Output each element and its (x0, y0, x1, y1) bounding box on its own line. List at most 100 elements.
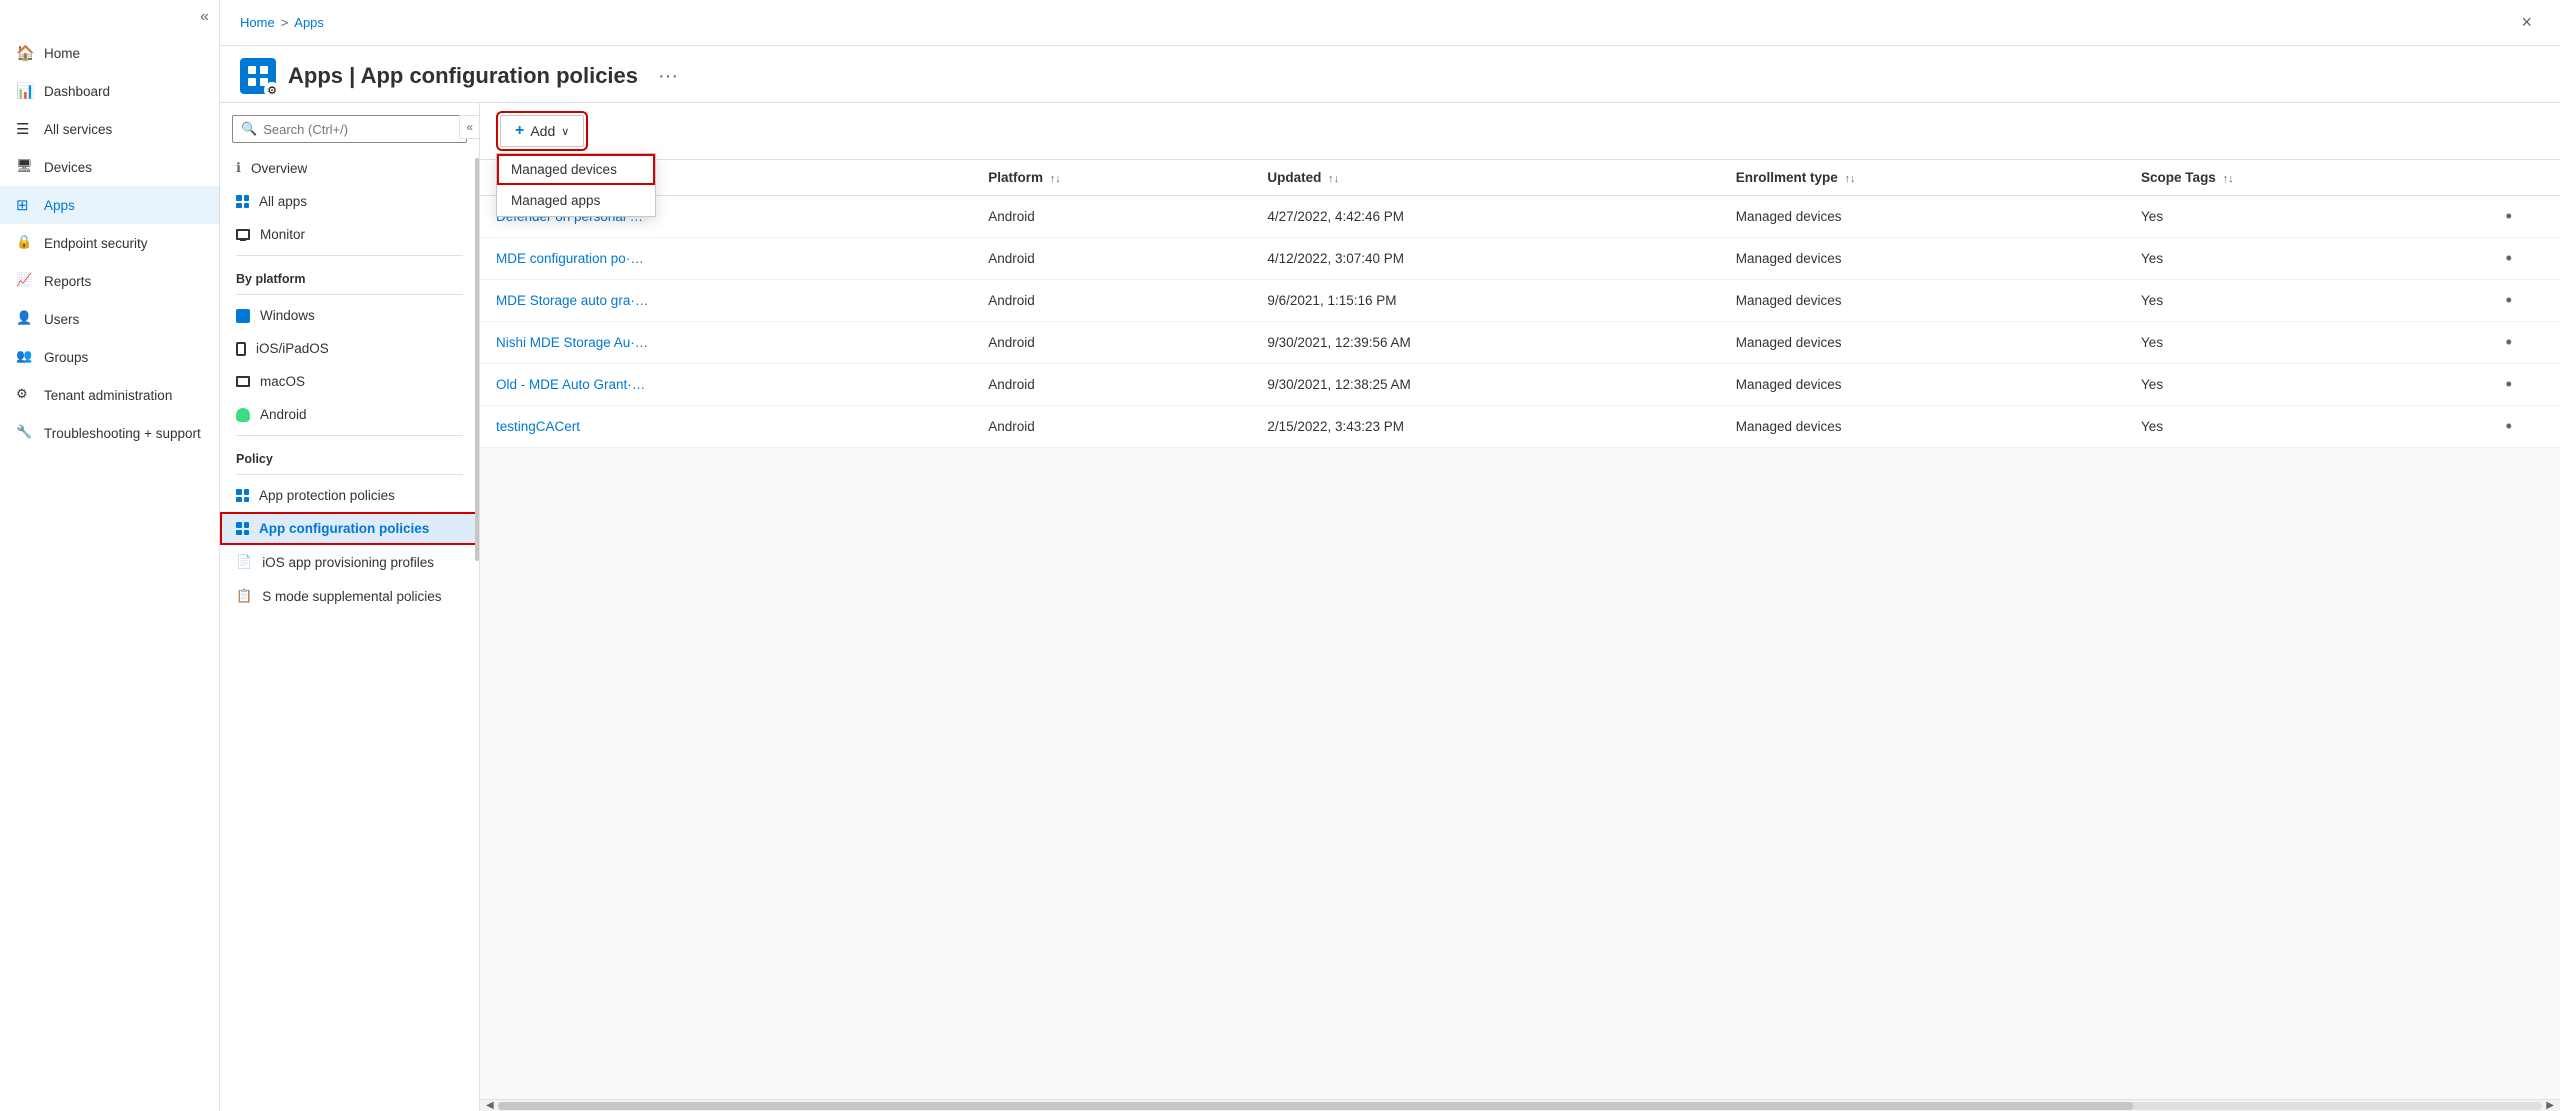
breadcrumb-separator: > (281, 15, 289, 30)
monitor-icon (236, 229, 250, 240)
side-nav-macos[interactable]: macOS (220, 365, 479, 398)
apps-icon (16, 196, 34, 214)
side-nav-label: Android (260, 407, 307, 422)
main-content: Home > Apps × ⚙ Apps | App configuration… (220, 0, 2560, 1111)
page-more-options[interactable]: ··· (658, 65, 678, 88)
cell-row-actions[interactable]: • (2458, 322, 2560, 364)
side-nav-label: Monitor (260, 227, 305, 242)
table-row: MDE Storage auto gra·… Android 9/6/2021,… (480, 280, 2560, 322)
col-scope-tags[interactable]: Scope Tags ↑↓ (2125, 160, 2458, 196)
cell-name[interactable]: MDE Storage auto gra·… (480, 280, 972, 322)
ios-icon (236, 342, 246, 356)
cell-row-actions[interactable]: • (2458, 238, 2560, 280)
config-policies-table: Name Platform ↑↓ Updated ↑↓ En (480, 160, 2560, 448)
sidebar-item-dashboard[interactable]: Dashboard (0, 72, 219, 110)
cell-name[interactable]: MDE configuration po·… (480, 238, 972, 280)
content-area: 🔍 « ℹ Overview All apps Monitor (220, 103, 2560, 1111)
sidebar-item-label: Tenant administration (44, 388, 172, 403)
side-nav-label: S mode supplemental policies (262, 589, 441, 604)
sidebar-item-home[interactable]: Home (0, 34, 219, 72)
horizontal-scrollbar[interactable]: ◀ ▶ (480, 1099, 2560, 1111)
cell-enrollment-type: Managed devices (1720, 280, 2125, 322)
divider-after-title (236, 294, 463, 295)
sidebar-item-apps[interactable]: Apps (0, 186, 219, 224)
side-nav-monitor[interactable]: Monitor (220, 218, 479, 251)
h-scroll-thumb[interactable] (498, 1102, 2134, 1110)
all-apps-icon (236, 195, 249, 208)
cell-row-actions[interactable]: • (2458, 364, 2560, 406)
cell-name[interactable]: Nishi MDE Storage Au·… (480, 322, 972, 364)
sidebar-item-troubleshooting[interactable]: Troubleshooting + support (0, 414, 219, 452)
search-input-wrap[interactable]: 🔍 (232, 115, 467, 143)
enrollment-sort-icon: ↑↓ (1845, 173, 1856, 185)
side-nav-windows[interactable]: Windows (220, 299, 479, 332)
sidebar-item-label: Users (44, 312, 79, 327)
policy-section-title: Policy (220, 440, 479, 470)
dropdown-item-managed-apps[interactable]: Managed apps (497, 185, 655, 216)
scroll-left-arrow[interactable]: ◀ (482, 1100, 498, 1111)
side-nav-overview[interactable]: ℹ Overview (220, 151, 479, 185)
side-nav-label: Overview (251, 161, 307, 176)
updated-sort-icon: ↑↓ (1328, 173, 1339, 185)
app-protection-icon (236, 489, 249, 502)
cell-name[interactable]: testingCACert (480, 406, 972, 448)
page-title: Apps | App configuration policies (288, 63, 638, 89)
close-button[interactable]: × (2513, 8, 2540, 37)
cell-enrollment-type: Managed devices (1720, 406, 2125, 448)
toolbar: + Add ∨ Managed devices Managed apps (480, 103, 2560, 160)
side-nav-s-mode[interactable]: 📋 S mode supplemental policies (220, 579, 479, 613)
breadcrumb: Home > Apps (240, 15, 324, 30)
android-icon (236, 408, 250, 422)
s-mode-icon: 📋 (236, 588, 252, 604)
cell-scope-tags: Yes (2125, 322, 2458, 364)
sidebar-item-tenant[interactable]: Tenant administration (0, 376, 219, 414)
search-input[interactable] (263, 122, 458, 137)
devices-icon (16, 158, 34, 176)
cell-row-actions[interactable]: • (2458, 196, 2560, 238)
col-platform[interactable]: Platform ↑↓ (972, 160, 1251, 196)
divider-policy (236, 435, 463, 436)
sidebar-item-label: Dashboard (44, 84, 110, 99)
col-updated[interactable]: Updated ↑↓ (1251, 160, 1719, 196)
sidebar-item-endpoint[interactable]: Endpoint security (0, 224, 219, 262)
sidebar-item-label: All services (44, 122, 112, 137)
side-nav-ios[interactable]: iOS/iPadOS (220, 332, 479, 365)
cell-name[interactable]: Old - MDE Auto Grant·… (480, 364, 972, 406)
cell-updated: 4/27/2022, 4:42:46 PM (1251, 196, 1719, 238)
plus-icon: + (515, 122, 524, 140)
col-enrollment-type[interactable]: Enrollment type ↑↓ (1720, 160, 2125, 196)
scroll-right-arrow[interactable]: ▶ (2542, 1100, 2558, 1111)
cell-platform: Android (972, 364, 1251, 406)
cell-platform: Android (972, 280, 1251, 322)
dropdown-item-managed-devices[interactable]: Managed devices (497, 154, 655, 185)
cell-platform: Android (972, 196, 1251, 238)
table-wrap: Name Platform ↑↓ Updated ↑↓ En (480, 160, 2560, 1099)
sidebar-item-groups[interactable]: Groups (0, 338, 219, 376)
cell-updated: 2/15/2022, 3:43:23 PM (1251, 406, 1719, 448)
cell-row-actions[interactable]: • (2458, 406, 2560, 448)
sidebar-item-users[interactable]: Users (0, 300, 219, 338)
cell-updated: 9/30/2021, 12:39:56 AM (1251, 322, 1719, 364)
side-nav-app-config[interactable]: App configuration policies (220, 512, 479, 545)
side-nav-app-protection[interactable]: App protection policies (220, 479, 479, 512)
side-nav-all-apps[interactable]: All apps (220, 185, 479, 218)
cell-updated: 9/6/2021, 1:15:16 PM (1251, 280, 1719, 322)
side-nav-label: App protection policies (259, 488, 395, 503)
side-panel-collapse-btn[interactable]: « (459, 115, 480, 139)
breadcrumb-current[interactable]: Apps (294, 15, 324, 30)
add-label: Add (530, 123, 555, 139)
sidebar-item-all-services[interactable]: All services (0, 110, 219, 148)
side-nav-android[interactable]: Android (220, 398, 479, 431)
nav-collapse-btn[interactable]: « (0, 0, 219, 34)
dashboard-icon (16, 82, 34, 100)
add-button[interactable]: + Add ∨ (500, 115, 584, 147)
groups-icon (16, 348, 34, 366)
overview-icon: ℹ (236, 160, 241, 176)
sidebar-item-devices[interactable]: Devices (0, 148, 219, 186)
sidebar-item-label: Groups (44, 350, 88, 365)
cell-row-actions[interactable]: • (2458, 280, 2560, 322)
breadcrumb-home[interactable]: Home (240, 15, 275, 30)
sidebar-item-reports[interactable]: Reports (0, 262, 219, 300)
side-nav-ios-provisioning[interactable]: 📄 iOS app provisioning profiles (220, 545, 479, 579)
sidebar-item-label: Troubleshooting + support (44, 426, 201, 441)
